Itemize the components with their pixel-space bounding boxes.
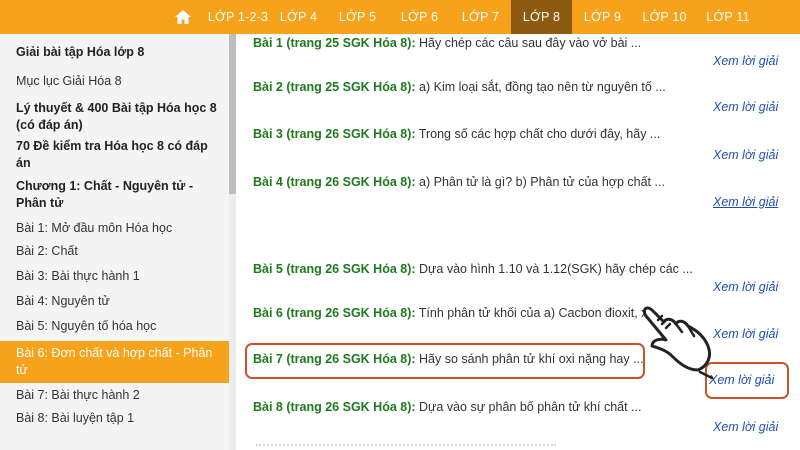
- highlight-exercise-7: [245, 343, 645, 379]
- nav-grade-7[interactable]: LỚP 7: [450, 0, 511, 34]
- highlight-view-solution: [705, 362, 789, 399]
- exercise-label: Bài 6 (trang 26 SGK Hóa 8):: [253, 306, 416, 320]
- sidebar-item[interactable]: Chương 1: Chất - Nguyên tử - Phân tử: [0, 177, 229, 218]
- exercise-label: Bài 5 (trang 26 SGK Hóa 8):: [253, 262, 416, 276]
- exercise-title[interactable]: Bài 2 (trang 25 SGK Hóa 8): a) Kim loại …: [253, 80, 666, 94]
- exercise-text: Tính phân tử khối của a) Cacbon đioxit, …: [415, 306, 655, 320]
- exercise-text: Dựa vào hình 1.10 và 1.12(SGK) hãy chép …: [415, 262, 693, 276]
- exercise-title[interactable]: Bài 6 (trang 26 SGK Hóa 8): Tính phân tử…: [253, 306, 654, 320]
- home-icon: [174, 10, 191, 24]
- sidebar-item[interactable]: Bài 7: Bài thực hành 2: [0, 383, 229, 408]
- home-button[interactable]: [160, 0, 205, 34]
- sidebar-item[interactable]: Mục lục Giải Hóa 8: [0, 72, 229, 98]
- exercise-text: a) Phân tử là gì? b) Phân tử của hợp chấ…: [415, 175, 665, 189]
- sidebar-item-active[interactable]: Bài 6: Đơn chất và hợp chất - Phân tử: [0, 341, 229, 383]
- view-solution-link[interactable]: Xem lời giải: [713, 195, 778, 209]
- sidebar: Giải bài tập Hóa lớp 8 Mục lục Giải Hóa …: [0, 34, 229, 450]
- top-nav: LỚP 1-2-3 LỚP 4 LỚP 5 LỚP 6 LỚP 7 LỚP 8 …: [0, 0, 800, 34]
- sidebar-scroll-thumb[interactable]: [229, 34, 236, 194]
- exercise-title[interactable]: Bài 5 (trang 26 SGK Hóa 8): Dựa vào hình…: [253, 262, 693, 276]
- exercise-title[interactable]: Bài 1 (trang 25 SGK Hóa 8): Hãy chép các…: [253, 36, 641, 50]
- nav-grade-11[interactable]: LỚP 11: [696, 0, 760, 34]
- nav-grade-9[interactable]: LỚP 9: [572, 0, 633, 34]
- sidebar-item[interactable]: Bài 4: Nguyên tử: [0, 291, 229, 316]
- nav-grade-10[interactable]: LỚP 10: [633, 0, 696, 34]
- sidebar-item[interactable]: Lý thuyết & 400 Bài tập Hóa học 8 (có đá…: [0, 98, 229, 138]
- exercise-text: a) Kim loại sắt, đồng tạo nên từ nguyên …: [415, 80, 666, 94]
- sidebar-item[interactable]: 70 Đề kiểm tra Hóa học 8 có đáp án: [0, 138, 229, 177]
- sidebar-item[interactable]: Bài 1: Mở đầu môn Hóa học: [0, 218, 229, 241]
- exercise-title[interactable]: Bài 4 (trang 26 SGK Hóa 8): a) Phân tử l…: [253, 175, 665, 189]
- next-row-cut-off: [256, 444, 556, 450]
- nav-grade-1-2-3[interactable]: LỚP 1-2-3: [205, 0, 271, 34]
- view-solution-link[interactable]: Xem lời giải: [713, 420, 778, 434]
- exercise-label: Bài 2 (trang 25 SGK Hóa 8):: [253, 80, 416, 94]
- nav-grade-4[interactable]: LỚP 4: [271, 0, 326, 34]
- exercise-title[interactable]: Bài 3 (trang 26 SGK Hóa 8): Trong số các…: [253, 127, 660, 141]
- sidebar-item[interactable]: Giải bài tập Hóa lớp 8: [0, 34, 229, 72]
- sidebar-item[interactable]: Bài 3: Bài thực hành 1: [0, 266, 229, 291]
- sidebar-item[interactable]: Bài 2: Chất: [0, 241, 229, 266]
- view-solution-link[interactable]: Xem lời giải: [713, 327, 778, 341]
- exercise-text: Trong số các hợp chất cho dưới đây, hãy …: [415, 127, 661, 141]
- exercise-text: Hãy chép các câu sau đây vào vở bài ...: [415, 36, 642, 50]
- nav-grade-6[interactable]: LỚP 6: [389, 0, 450, 34]
- pointing-hand-icon: [642, 306, 714, 380]
- view-solution-link[interactable]: Xem lời giải: [713, 54, 778, 68]
- view-solution-link[interactable]: Xem lời giải: [713, 148, 778, 162]
- exercise-label: Bài 3 (trang 26 SGK Hóa 8):: [253, 127, 416, 141]
- exercise-text: Dựa vào sự phân bố phân tử khí chất ...: [415, 400, 642, 414]
- exercise-title[interactable]: Bài 8 (trang 26 SGK Hóa 8): Dựa vào sự p…: [253, 400, 641, 414]
- view-solution-link[interactable]: Xem lời giải: [713, 100, 778, 114]
- view-solution-link[interactable]: Xem lời giải: [713, 280, 778, 294]
- sidebar-item[interactable]: Bài 5: Nguyên tố hóa học: [0, 316, 229, 341]
- exercise-label: Bài 8 (trang 26 SGK Hóa 8):: [253, 400, 416, 414]
- nav-grade-8[interactable]: LỚP 8: [511, 0, 572, 34]
- exercise-label: Bài 1 (trang 25 SGK Hóa 8):: [253, 36, 416, 50]
- sidebar-item[interactable]: Bài 8: Bài luyện tập 1: [0, 408, 229, 433]
- exercise-label: Bài 4 (trang 26 SGK Hóa 8):: [253, 175, 416, 189]
- nav-grade-5[interactable]: LỚP 5: [326, 0, 389, 34]
